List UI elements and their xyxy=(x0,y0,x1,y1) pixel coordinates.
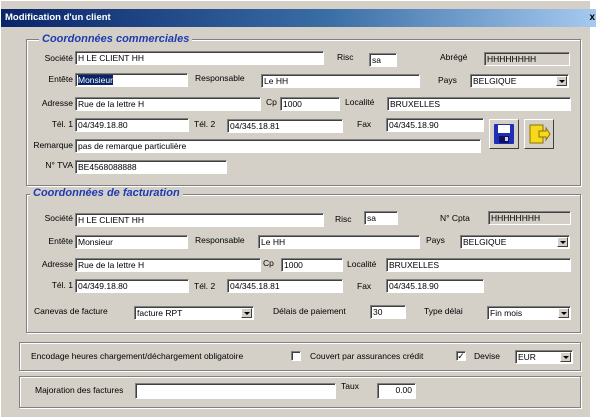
fact-ncpta-input[interactable]: HHHHHHHH xyxy=(488,211,571,225)
assurance-checkbox[interactable]: ✓ xyxy=(456,351,466,361)
fact-fax-input[interactable]: 04/345.18.90 xyxy=(386,279,484,293)
fact-tel1-input[interactable]: 04/349.18.80 xyxy=(75,279,189,293)
fact-societe-label: Société xyxy=(44,213,73,223)
fact-tel2-input[interactable]: 04/345.18.81 xyxy=(227,279,343,293)
commercial-legend: Coordonnées commerciales xyxy=(39,33,193,45)
fact-localite-input[interactable]: BRUXELLES xyxy=(386,258,571,272)
dialog-window: Modification d'un client x Coordonnées c… xyxy=(0,0,596,417)
cp-label: Cp xyxy=(266,97,277,107)
fact-localite-label: Localité xyxy=(347,259,377,269)
facturation-legend: Coordonnées de facturation xyxy=(30,187,183,199)
fact-entete-input[interactable]: Monsieur xyxy=(75,235,188,249)
tel1-label: Tél. 1 xyxy=(51,119,73,129)
checkmark-icon: ✓ xyxy=(457,351,465,361)
entete-selected-text: Monsieur xyxy=(78,75,113,85)
chevron-down-icon[interactable] xyxy=(557,237,568,247)
entete-input[interactable]: Monsieur xyxy=(75,73,188,87)
floppy-disk-icon xyxy=(494,124,514,144)
entete-label: Entête xyxy=(48,74,73,84)
title-bar: Modification d'un client x xyxy=(1,9,596,27)
fact-entete-label: Entête xyxy=(48,236,73,246)
tva-input[interactable]: BE4568088888 xyxy=(75,160,227,174)
canevas-value: facture RPT xyxy=(137,308,183,318)
fact-cp-input[interactable]: 1000 xyxy=(281,258,343,272)
localite-label: Localité xyxy=(345,97,375,107)
tel1-input[interactable]: 04/349.18.80 xyxy=(75,118,189,132)
chevron-down-icon[interactable] xyxy=(558,308,569,318)
fact-ncpta-label: N° Cpta xyxy=(440,213,470,223)
devise-value: EUR xyxy=(518,352,536,362)
fax-input[interactable]: 04/345.18.90 xyxy=(386,118,484,132)
typedelai-label: Type délai xyxy=(424,306,463,316)
fact-pays-select[interactable]: BELGIQUE xyxy=(460,235,570,249)
chevron-down-icon[interactable] xyxy=(556,76,567,86)
close-button[interactable]: x xyxy=(589,9,595,27)
canevas-select[interactable]: facture RPT xyxy=(134,306,254,320)
localite-input[interactable]: BRUXELLES xyxy=(387,97,571,111)
save-button[interactable] xyxy=(489,119,519,149)
fact-cp-label: Cp xyxy=(263,258,274,268)
fact-tel2-label: Tél. 2 xyxy=(194,281,216,291)
devise-select[interactable]: EUR xyxy=(515,350,573,364)
societe-input[interactable]: H LE CLIENT HH xyxy=(75,51,324,65)
tel2-label: Tél. 2 xyxy=(194,119,216,129)
canevas-label: Canevas de facture xyxy=(34,306,108,316)
fact-pays-label: Pays xyxy=(426,235,445,245)
exit-door-icon xyxy=(529,124,551,144)
pays-label: Pays xyxy=(438,75,457,85)
fact-pays-value: BELGIQUE xyxy=(463,237,507,247)
responsable-label: Responsable xyxy=(195,73,245,83)
fact-fax-label: Fax xyxy=(357,281,372,291)
risc-label: Risc xyxy=(337,52,354,62)
typedelai-value: Fin mois xyxy=(490,308,523,318)
fax-label: Fax xyxy=(357,119,372,129)
fact-societe-input[interactable]: H LE CLIENT HH xyxy=(75,213,324,227)
encodage-label: Encodage heures chargement/déchargement … xyxy=(31,351,244,361)
remarque-input[interactable]: pas de remarque particulière xyxy=(75,139,481,153)
exit-button[interactable] xyxy=(524,119,554,149)
typedelai-select[interactable]: Fin mois xyxy=(487,306,571,320)
window-title: Modification d'un client xyxy=(5,12,111,23)
chevron-down-icon[interactable] xyxy=(560,352,571,362)
delais-input[interactable]: 30 xyxy=(370,305,406,319)
majoration-input[interactable] xyxy=(135,383,336,399)
pays-value: BELGIQUE xyxy=(473,76,517,86)
devise-label: Devise xyxy=(474,351,500,361)
tva-label: N° TVA xyxy=(45,160,73,170)
remarque-label: Remarque xyxy=(33,140,73,150)
adresse-label: Adresse xyxy=(41,98,73,108)
cp-input[interactable]: 1000 xyxy=(280,97,340,111)
fact-responsable-label: Responsable xyxy=(195,235,245,245)
encodage-checkbox[interactable] xyxy=(291,351,301,361)
fact-risc-input[interactable]: sa xyxy=(364,211,398,225)
delais-label: Délais de paiement xyxy=(273,306,346,316)
responsable-input[interactable]: Le HH xyxy=(261,74,420,88)
fact-adresse-label: Adresse xyxy=(41,259,73,269)
taux-input[interactable]: 0.00 xyxy=(377,383,416,399)
chevron-down-icon[interactable] xyxy=(241,308,252,318)
adresse-input[interactable]: Rue de la lettre H xyxy=(75,97,261,111)
pays-select[interactable]: BELGIQUE xyxy=(470,74,569,88)
fact-tel1-label: Tél. 1 xyxy=(51,280,73,290)
fact-adresse-input[interactable]: Rue de la lettre H xyxy=(75,258,261,272)
risc-input[interactable]: sa xyxy=(369,53,397,67)
assurance-label: Couvert par assurances crédit xyxy=(310,351,424,361)
abrege-input[interactable]: HHHHHHHH xyxy=(484,52,570,66)
taux-label: Taux xyxy=(341,381,359,391)
societe-label: Société xyxy=(44,53,73,63)
majoration-label: Majoration des factures xyxy=(35,385,124,395)
fact-risc-label: Risc xyxy=(335,214,352,224)
abrege-label: Abrégé xyxy=(440,52,468,62)
tel2-input[interactable]: 04/345.18.81 xyxy=(227,119,343,133)
fact-responsable-input[interactable]: Le HH xyxy=(258,235,420,249)
